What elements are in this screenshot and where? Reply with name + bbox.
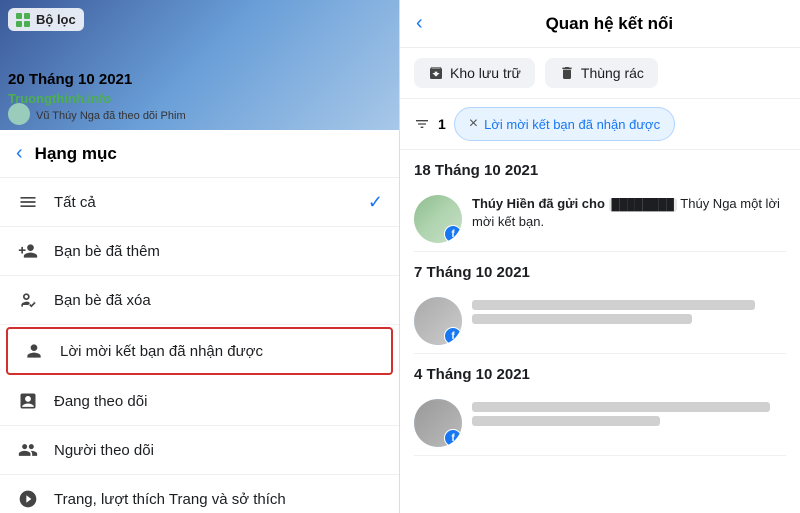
notif-avatar-1: f: [414, 195, 462, 243]
filter-label: Bộ lọc: [36, 12, 76, 27]
section-date-1: 18 Tháng 10 2021: [414, 150, 786, 187]
notification-item-2: f: [414, 289, 786, 354]
check-icon: ✓: [368, 192, 383, 213]
menu-item-all[interactable]: Tất cả ✓: [0, 178, 399, 227]
notif-blurred-name: ████████: [609, 198, 677, 212]
right-header: ‹ Quan hệ kết nối: [400, 0, 800, 48]
person-add-icon: [16, 239, 40, 263]
person-remove-icon: [16, 288, 40, 312]
notif-text-3: [472, 399, 786, 429]
menu-item-friends-removed[interactable]: Bạn bè đã xóa: [0, 276, 399, 325]
followers-icon: [16, 438, 40, 462]
archive-button[interactable]: Kho lưu trữ: [414, 58, 535, 88]
banner-avatar: [8, 103, 30, 125]
menu-label-followers: Người theo dõi: [54, 442, 383, 459]
menu-label-following: Đang theo dõi: [54, 393, 383, 410]
filter-chip-friend-requests[interactable]: × Lời mời kết bạn đã nhận được: [454, 107, 675, 141]
category-title: Hạng mục: [35, 144, 117, 164]
banner-subtitle: Vũ Thúy Nga đã theo dõi Phim: [36, 110, 186, 122]
menu-label-pages-liked: Trang, lượt thích Trang và sở thích: [54, 491, 383, 508]
menu-list: Tất cả ✓ Bạn bè đã thêm Bạn bè đã xóa Lờ…: [0, 178, 399, 513]
notif-avatar-2: f: [414, 297, 462, 345]
section-date-3: 4 Tháng 10 2021: [414, 354, 786, 391]
fb-badge-1: f: [444, 225, 462, 243]
filter-chip-count: 1: [438, 116, 446, 132]
menu-label-friend-requests: Lời mời kết bạn đã nhận được: [60, 343, 377, 360]
action-row: Kho lưu trữ Thùng rác: [400, 48, 800, 99]
trash-button[interactable]: Thùng rác: [545, 58, 658, 88]
right-panel: ‹ Quan hệ kết nối Kho lưu trữ Thùng rác …: [400, 0, 800, 513]
menu-label-all: Tất cả: [54, 194, 354, 211]
right-content: 18 Tháng 10 2021 f Thúy Hiền đã gửi cho …: [400, 150, 800, 513]
person-request-icon: [22, 339, 46, 363]
filter-bar[interactable]: Bộ lọc: [8, 8, 84, 31]
menu-item-pages-liked[interactable]: Trang, lượt thích Trang và sở thích: [0, 475, 399, 513]
menu-item-followers[interactable]: Người theo dõi: [0, 426, 399, 475]
right-back-button[interactable]: ‹: [416, 12, 423, 35]
top-banner: Bộ lọc 20 Tháng 10 2021 Truongthinh.info…: [0, 0, 399, 130]
notif-avatar-3: f: [414, 399, 462, 447]
menu-label-friends-added: Bạn bè đã thêm: [54, 243, 383, 260]
fb-badge-3: f: [444, 429, 462, 447]
notification-item-1: f Thúy Hiền đã gửi cho ████████ Thúy Nga…: [414, 187, 786, 252]
filter-icon: [16, 13, 30, 27]
archive-label: Kho lưu trữ: [450, 65, 521, 81]
menu-label-friends-removed: Bạn bè đã xóa: [54, 292, 383, 309]
right-title: Quan hệ kết nối: [435, 14, 784, 34]
menu-item-friends-added[interactable]: Bạn bè đã thêm: [0, 227, 399, 276]
following-icon: [16, 389, 40, 413]
filter-chip-close[interactable]: ×: [469, 115, 478, 133]
pages-icon: [16, 487, 40, 511]
trash-label: Thùng rác: [581, 65, 644, 81]
banner-date: 20 Tháng 10 2021: [8, 71, 132, 88]
notification-item-3: f: [414, 391, 786, 456]
notif-text-1: Thúy Hiền đã gửi cho ████████ Thúy Nga m…: [472, 195, 786, 232]
filter-chip-label: Lời mời kết bạn đã nhận được: [484, 117, 660, 132]
section-date-2: 7 Tháng 10 2021: [414, 252, 786, 289]
filter-chip-row: 1 × Lời mời kết bạn đã nhận được: [400, 99, 800, 150]
back-button[interactable]: ‹: [16, 142, 23, 165]
menu-item-following[interactable]: Đang theo dõi: [0, 377, 399, 426]
menu-item-friend-requests[interactable]: Lời mời kết bạn đã nhận được: [6, 327, 393, 375]
notif-text-2: [472, 297, 786, 327]
category-header: ‹ Hạng mục: [0, 130, 399, 178]
notif-name-before: Thúy Hiền đã gửi cho: [472, 196, 609, 211]
fb-badge-2: f: [444, 327, 462, 345]
filter-icon: [414, 116, 430, 132]
list-icon: [16, 190, 40, 214]
left-panel: Bộ lọc 20 Tháng 10 2021 Truongthinh.info…: [0, 0, 400, 513]
